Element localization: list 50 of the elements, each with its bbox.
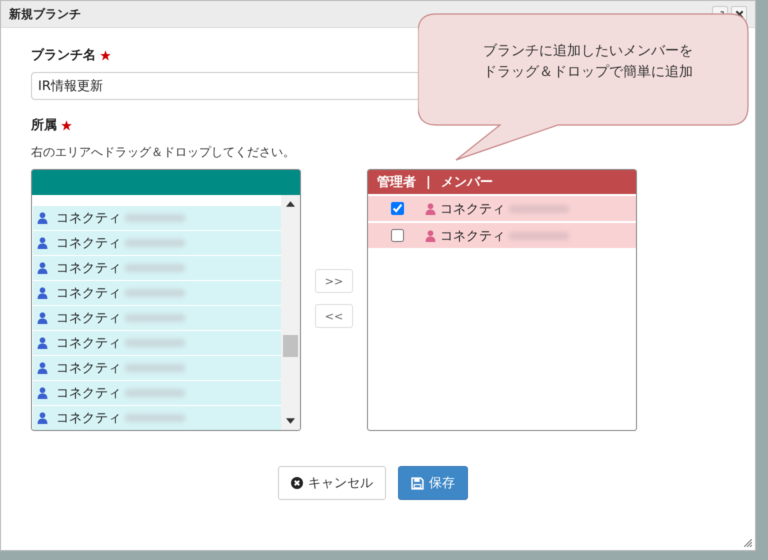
hint-text: 右のエリアへドラッグ＆ドロップしてください。 xyxy=(31,144,296,161)
person-icon xyxy=(37,287,48,299)
blurred-text xyxy=(125,289,185,297)
column-header: | xyxy=(426,174,431,190)
person-icon xyxy=(425,202,436,214)
blurred-text xyxy=(125,239,185,247)
cancel-button[interactable]: キャンセル xyxy=(278,466,386,500)
field-label: ブランチ名 xyxy=(31,46,96,64)
blurred-text xyxy=(125,214,185,222)
column-header: メンバー xyxy=(440,174,493,191)
transfer-button[interactable]: << xyxy=(315,304,353,328)
blurred-text xyxy=(125,339,185,347)
field-label: 所属 xyxy=(31,117,57,134)
scroll-up-icon[interactable] xyxy=(286,201,295,207)
dialog-title: 新規ブランチ xyxy=(9,6,81,22)
scroll-down-icon[interactable] xyxy=(286,418,295,424)
blurred-text xyxy=(125,414,185,422)
member-item[interactable]: コネクティ xyxy=(33,231,281,255)
blurred-text xyxy=(125,264,185,272)
person-icon xyxy=(37,312,48,324)
save-button[interactable]: 保存 xyxy=(398,466,468,500)
person-icon xyxy=(37,362,48,374)
person-icon xyxy=(425,230,436,242)
column-header: 管理者 xyxy=(377,174,416,191)
scrollbar[interactable] xyxy=(281,195,300,430)
member-row[interactable]: コネクティ xyxy=(368,223,636,248)
member-item[interactable]: コネクティ xyxy=(33,281,281,305)
person-icon xyxy=(37,337,48,349)
blurred-text xyxy=(125,389,185,397)
person-icon xyxy=(37,212,48,224)
resize-grip-icon[interactable] xyxy=(744,539,752,547)
transfer-button[interactable]: >> xyxy=(315,269,353,293)
scrollbar-thumb[interactable] xyxy=(283,335,298,357)
person-icon xyxy=(37,387,48,399)
admin-checkbox[interactable] xyxy=(391,229,404,242)
admin-checkbox[interactable] xyxy=(391,202,404,215)
member-item[interactable]: コネクティ xyxy=(33,356,281,380)
member-item[interactable]: コネクティ xyxy=(33,256,281,280)
close-icon xyxy=(291,477,303,489)
member-item[interactable]: コネクティ xyxy=(33,206,281,230)
blurred-text xyxy=(125,314,185,322)
person-icon xyxy=(37,262,48,274)
member-item[interactable]: コネクティ xyxy=(33,331,281,355)
member-item[interactable]: コネクティ xyxy=(33,406,281,430)
blurred-text xyxy=(125,364,185,372)
member-row[interactable]: コネクティ xyxy=(368,196,636,221)
member-item[interactable]: コネクティ xyxy=(33,381,281,405)
person-icon xyxy=(37,412,48,424)
person-icon xyxy=(37,237,48,249)
member-item[interactable]: コネクティ xyxy=(33,306,281,330)
